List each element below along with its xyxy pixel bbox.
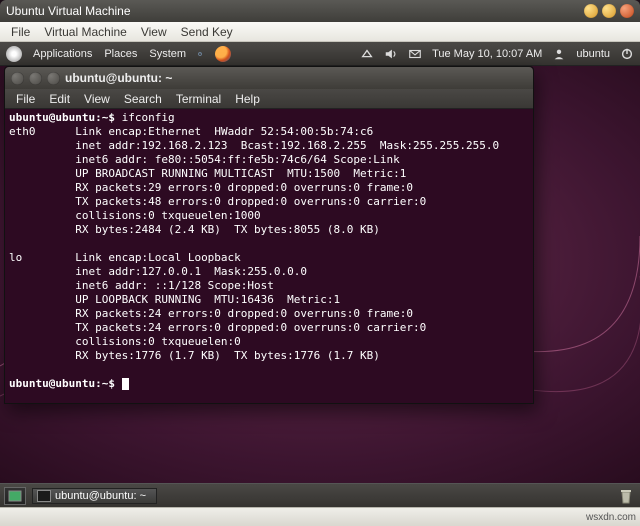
taskbar-item-label: ubuntu@ubuntu: ~ bbox=[55, 490, 146, 502]
terminal-menu-help[interactable]: Help bbox=[228, 92, 267, 106]
maximize-icon[interactable] bbox=[602, 4, 616, 18]
terminal-window: ubuntu@ubuntu: ~ File Edit View Search T… bbox=[4, 66, 534, 404]
lo-line-1: inet addr:127.0.0.1 Mask:255.0.0.0 bbox=[75, 265, 307, 278]
lo-line-6: collisions:0 txqueuelen:0 bbox=[75, 335, 241, 348]
show-desktop-button[interactable] bbox=[4, 487, 26, 505]
ubuntu-bottom-panel: ubuntu@ubuntu: ~ bbox=[0, 483, 640, 507]
eth0-line-6: collisions:0 txqueuelen:1000 bbox=[75, 209, 260, 222]
eth0-line-5: TX packets:48 errors:0 dropped:0 overrun… bbox=[75, 195, 426, 208]
vm-window-title: Ubuntu Virtual Machine bbox=[6, 4, 580, 18]
vm-menu-file[interactable]: File bbox=[4, 25, 37, 39]
terminal-menu-view[interactable]: View bbox=[77, 92, 117, 106]
command-1: ifconfig bbox=[122, 111, 175, 124]
volume-icon[interactable] bbox=[384, 47, 398, 61]
terminal-menu-file[interactable]: File bbox=[9, 92, 42, 106]
lo-line-5: TX packets:24 errors:0 dropped:0 overrun… bbox=[75, 321, 426, 334]
eth0-line-0: Link encap:Ethernet HWaddr 52:54:00:5b:7… bbox=[75, 125, 373, 138]
terminal-titlebar[interactable]: ubuntu@ubuntu: ~ bbox=[5, 67, 533, 89]
iface-eth0-label: eth0 bbox=[9, 125, 36, 138]
lo-line-7: RX bytes:1776 (1.7 KB) TX bytes:1776 (1.… bbox=[75, 349, 380, 362]
eth0-line-4: RX packets:29 errors:0 dropped:0 overrun… bbox=[75, 181, 413, 194]
close-icon[interactable] bbox=[620, 4, 634, 18]
lo-line-2: inet6 addr: ::1/128 Scope:Host bbox=[75, 279, 274, 292]
minimize-icon[interactable] bbox=[584, 4, 598, 18]
eth0-line-3: UP BROADCAST RUNNING MULTICAST MTU:1500 … bbox=[75, 167, 406, 180]
eth0-line-2: inet6 addr: fe80::5054:ff:fe5b:74c6/64 S… bbox=[75, 153, 400, 166]
terminal-menu-terminal[interactable]: Terminal bbox=[169, 92, 228, 106]
eth0-line-1: inet addr:192.168.2.123 Bcast:192.168.2.… bbox=[75, 139, 499, 152]
prompt-1: ubuntu@ubuntu:~$ bbox=[9, 111, 122, 124]
panel-system[interactable]: System bbox=[144, 48, 191, 60]
trash-icon[interactable] bbox=[616, 487, 636, 505]
mail-icon[interactable] bbox=[408, 47, 422, 61]
prompt-2: ubuntu@ubuntu:~$ bbox=[9, 377, 122, 390]
vm-titlebar: Ubuntu Virtual Machine bbox=[0, 0, 640, 22]
power-icon[interactable] bbox=[620, 47, 634, 61]
eth0-line-7: RX bytes:2484 (2.4 KB) TX bytes:8055 (8.… bbox=[75, 223, 380, 236]
panel-clock[interactable]: Tue May 10, 10:07 AM bbox=[432, 48, 542, 60]
user-icon[interactable] bbox=[552, 47, 566, 61]
terminal-maximize-icon[interactable] bbox=[47, 72, 60, 85]
lo-line-4: RX packets:24 errors:0 dropped:0 overrun… bbox=[75, 307, 413, 320]
terminal-menu-edit[interactable]: Edit bbox=[42, 92, 77, 106]
panel-places[interactable]: Places bbox=[99, 48, 142, 60]
lo-line-3: UP LOOPBACK RUNNING MTU:16436 Metric:1 bbox=[75, 293, 340, 306]
vm-menu-machine[interactable]: Virtual Machine bbox=[37, 25, 134, 39]
lo-line-0: Link encap:Local Loopback bbox=[75, 251, 241, 264]
terminal-body[interactable]: ubuntu@ubuntu:~$ ifconfig eth0 Link enca… bbox=[5, 109, 533, 403]
taskbar-item-terminal[interactable]: ubuntu@ubuntu: ~ bbox=[32, 488, 157, 504]
terminal-icon bbox=[37, 490, 51, 502]
ubuntu-desktop: ubuntu@ubuntu: ~ File Edit View Search T… bbox=[0, 66, 640, 500]
watermark: wsxdn.com bbox=[586, 512, 636, 523]
main-menu-icon[interactable] bbox=[6, 46, 22, 62]
panel-username[interactable]: ubuntu bbox=[576, 48, 610, 60]
vm-menu-view[interactable]: View bbox=[134, 25, 174, 39]
vm-menu-sendkey[interactable]: Send Key bbox=[174, 25, 240, 39]
help-icon[interactable]: ? bbox=[193, 47, 207, 61]
panel-applications[interactable]: Applications bbox=[28, 48, 97, 60]
terminal-menubar: File Edit View Search Terminal Help bbox=[5, 89, 533, 109]
firefox-icon[interactable] bbox=[215, 46, 231, 62]
terminal-close-icon[interactable] bbox=[11, 72, 24, 85]
vm-status-bar: wsxdn.com bbox=[0, 507, 640, 526]
iface-lo-label: lo bbox=[9, 251, 22, 264]
terminal-title: ubuntu@ubuntu: ~ bbox=[65, 71, 172, 85]
vm-menubar: File Virtual Machine View Send Key bbox=[0, 22, 640, 42]
network-icon[interactable] bbox=[360, 47, 374, 61]
terminal-minimize-icon[interactable] bbox=[29, 72, 42, 85]
ubuntu-top-panel: Applications Places System ? Tue May 10,… bbox=[0, 42, 640, 66]
terminal-menu-search[interactable]: Search bbox=[117, 92, 169, 106]
cursor-icon bbox=[122, 378, 129, 390]
